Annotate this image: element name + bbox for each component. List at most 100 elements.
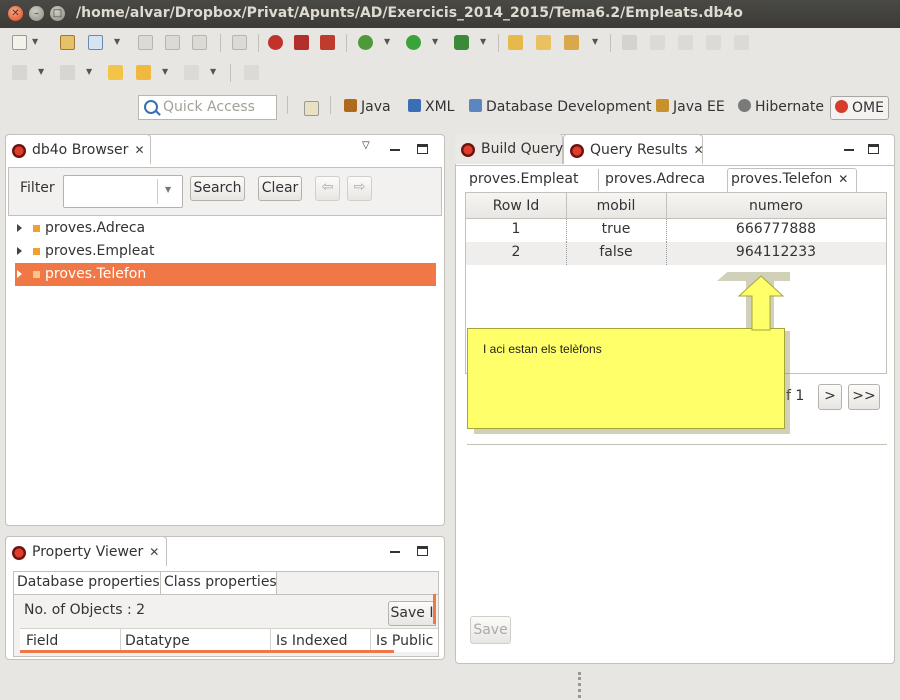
minimize-view-icon[interactable] [390,551,400,553]
maximize-view-icon[interactable] [417,546,428,556]
new-class-icon[interactable] [88,35,103,50]
forward-icon[interactable]: ⇨ [347,176,372,201]
perspective-database-development[interactable]: Database Development [465,96,656,120]
last-edit-icon[interactable] [108,65,123,80]
cell-mobil[interactable]: true [566,221,666,237]
tab-class-properties[interactable]: Class properties [161,572,277,594]
back-icon[interactable] [136,65,151,80]
view-menu-icon[interactable]: ▽ [362,140,370,151]
close-icon[interactable]: ✕ [149,545,159,559]
column-header-datatype[interactable]: Datatype [125,633,190,649]
print-icon[interactable] [192,35,207,50]
clear-button[interactable]: Clear [258,176,302,201]
bookmark-icon[interactable] [706,35,721,50]
tab-database-properties[interactable]: Database properties [14,572,161,594]
forward-icon[interactable] [184,65,199,80]
chevron-down-icon[interactable]: ▼ [210,67,216,76]
wand-icon[interactable] [564,35,579,50]
table-row[interactable]: 2 false 964112233 [466,242,886,265]
filter-combo[interactable]: ▼ [63,175,183,208]
save-results-button[interactable]: Save [470,616,511,644]
db4o-connect-icon[interactable] [268,35,283,50]
quick-access-input[interactable]: Quick Access [138,95,277,120]
chevron-down-icon[interactable]: ▼ [592,37,598,46]
resize-handle[interactable] [433,594,436,624]
tab-query-results[interactable]: Query Results ✕ [563,134,704,164]
next-page-button[interactable]: > [818,384,842,410]
pin-editor-icon[interactable] [244,65,259,80]
window-maximize-button[interactable]: □ [50,6,65,21]
maximize-view-icon[interactable] [868,144,879,154]
window-close-button[interactable]: ✕ [8,6,23,21]
cell-row-id[interactable]: 2 [466,244,566,260]
new-project-icon[interactable] [60,35,75,50]
chevron-down-icon[interactable]: ▼ [38,67,44,76]
save-all-icon[interactable] [165,35,180,50]
cell-row-id[interactable]: 1 [466,221,566,237]
tab-property-viewer[interactable]: Property Viewer ✕ [5,536,167,566]
cell-numero[interactable]: 666777888 [666,221,886,237]
search-icon[interactable] [622,35,637,50]
minimize-view-icon[interactable] [844,149,854,151]
chevron-down-icon[interactable]: ▼ [162,67,168,76]
last-page-button[interactable]: >> [848,384,880,410]
close-icon[interactable]: ✕ [838,172,848,186]
result-tab-empleat[interactable]: proves.Empleat [466,169,599,191]
open-perspective-icon[interactable] [304,101,319,116]
table-row[interactable]: 1 true 666777888 [466,219,886,242]
scrollbar-thumb[interactable] [20,650,394,653]
expand-arrow-icon[interactable] [17,224,22,232]
bolt-icon[interactable] [650,35,665,50]
sash-handle[interactable] [578,672,581,698]
chevron-down-icon[interactable]: ▼ [432,37,438,46]
expand-arrow-icon[interactable] [17,247,22,255]
open-type-icon[interactable] [508,35,523,50]
column-header-field[interactable]: Field [26,633,58,649]
skip-icon[interactable] [232,35,247,50]
column-header-is-indexed[interactable]: Is Indexed [276,633,347,649]
chevron-down-icon[interactable]: ▼ [384,37,390,46]
search-button[interactable]: Search [190,176,245,201]
debug-icon[interactable] [358,35,373,50]
cell-mobil[interactable]: false [566,244,666,260]
chevron-down-icon[interactable]: ▼ [32,37,38,46]
save-icon[interactable] [138,35,153,50]
save-property-button[interactable]: Save I [388,601,436,626]
perspective-xml[interactable]: XML [404,96,458,120]
close-icon[interactable]: ✕ [134,143,144,157]
open-folder-icon[interactable] [536,35,551,50]
tree-item-empleat[interactable]: proves.Empleat [15,240,436,263]
perspective-java[interactable]: Java [340,96,395,120]
paragraph-icon[interactable] [734,35,749,50]
db4o-query-icon[interactable] [294,35,309,50]
minimize-view-icon[interactable] [390,149,400,151]
tree-item-adreca[interactable]: proves.Adreca [15,217,436,240]
result-tab-telefon[interactable]: proves.Telefon ✕ [727,168,857,192]
column-header-row-id[interactable]: Row Id [466,198,566,214]
back-icon[interactable]: ⇦ [315,176,340,201]
chevron-down-icon[interactable]: ▼ [480,37,486,46]
column-header-is-public[interactable]: Is Public [376,633,433,649]
pin-icon[interactable] [678,35,693,50]
chevron-down-icon[interactable]: ▼ [165,185,171,194]
run-icon[interactable] [406,35,421,50]
prev-annotation-icon[interactable] [60,65,75,80]
window-minimize-button[interactable]: – [29,6,44,21]
perspective-hibernate[interactable]: Hibernate [734,96,828,120]
maximize-view-icon[interactable] [417,144,428,154]
perspective-java-ee[interactable]: Java EE [652,96,729,120]
new-icon[interactable] [12,35,27,50]
tab-db4o-browser[interactable]: db4o Browser ✕ [5,134,151,164]
chevron-down-icon[interactable]: ▼ [114,37,120,46]
expand-arrow-icon[interactable] [17,270,22,278]
tab-build-query[interactable]: Build Query [455,134,563,164]
perspective-ome[interactable]: OME [830,96,889,120]
tree-item-telefon[interactable]: proves.Telefon [15,263,436,286]
close-icon[interactable]: ✕ [694,143,704,157]
result-tab-adreca[interactable]: proves.Adreca [602,169,728,191]
chevron-down-icon[interactable]: ▼ [86,67,92,76]
db4o-object-icon[interactable] [320,35,335,50]
cell-numero[interactable]: 964112233 [666,244,886,260]
column-header-numero[interactable]: numero [666,198,886,214]
column-header-mobil[interactable]: mobil [566,198,666,214]
